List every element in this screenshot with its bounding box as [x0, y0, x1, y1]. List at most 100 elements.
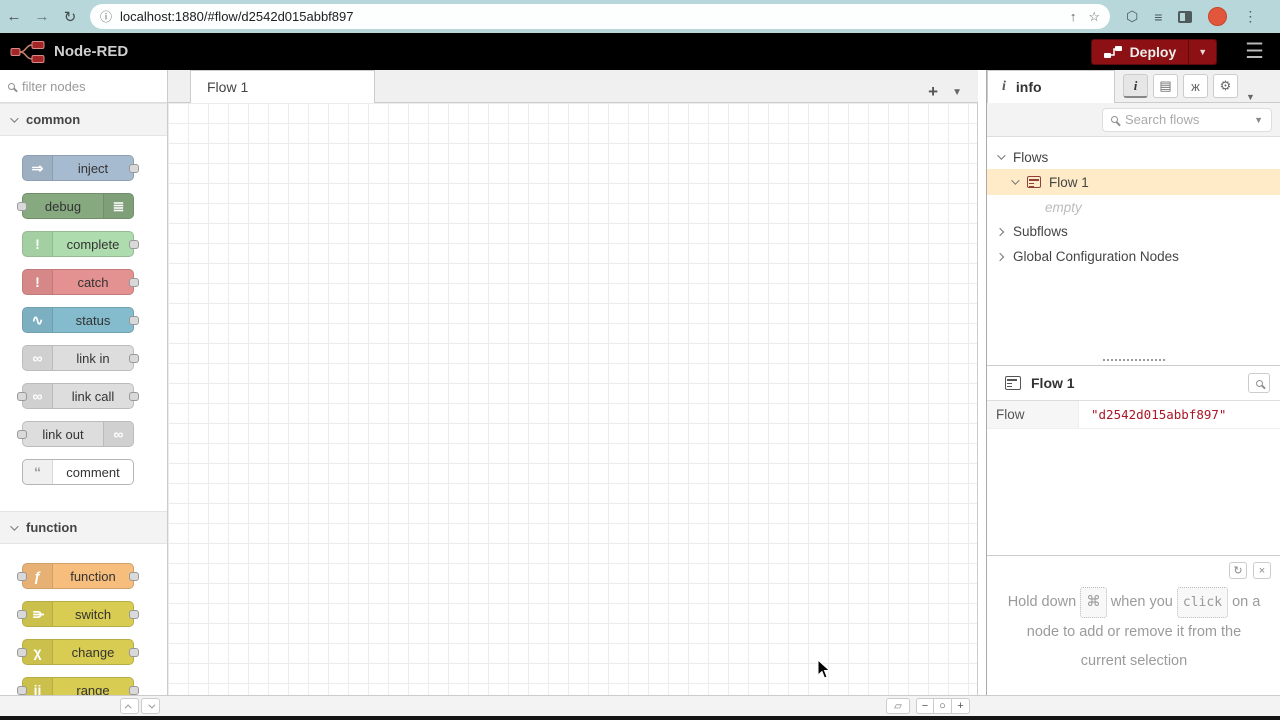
palette-node-range[interactable]: iirange — [22, 677, 134, 695]
palette-node-comment[interactable]: “comment — [22, 459, 134, 485]
browser-back-button[interactable]: ← — [0, 8, 28, 25]
tab-flow1-label: Flow 1 — [207, 79, 248, 95]
palette-node-label: function — [53, 564, 133, 588]
node-input-port[interactable] — [17, 430, 27, 439]
node-input-port[interactable] — [17, 202, 27, 211]
sidebar-more-chevron-icon[interactable]: ▼ — [1246, 92, 1255, 102]
node-output-port[interactable] — [129, 354, 139, 363]
tab-info[interactable]: i info — [987, 70, 1115, 103]
tree-item-global-config[interactable]: Global Configuration Nodes — [987, 244, 1280, 269]
bookmark-star-icon[interactable]: ☆ — [1088, 9, 1100, 25]
sidebar-info-tab-button[interactable]: i — [1123, 74, 1148, 98]
profile-avatar[interactable] — [1208, 7, 1227, 26]
tree-item-subflows[interactable]: Subflows — [987, 219, 1280, 244]
share-icon[interactable]: ↑ — [1070, 9, 1077, 24]
palette-scroll-down-button[interactable] — [141, 698, 160, 714]
comment-icon: “ — [23, 460, 53, 484]
palette-node-label: inject — [53, 156, 133, 180]
palette-node-label: link call — [53, 384, 133, 408]
node-output-port[interactable] — [129, 392, 139, 401]
sidebar-resize-handle[interactable] — [979, 70, 986, 695]
node-output-port[interactable] — [129, 686, 139, 695]
tree-item-empty: empty — [987, 195, 1280, 219]
palette-node-inject[interactable]: ⇒inject — [22, 155, 134, 181]
tips-close-button[interactable]: × — [1253, 562, 1271, 579]
footer-bar: ▱ − ○ + — [0, 695, 1280, 716]
palette-node-link-out[interactable]: link out∞ — [22, 421, 134, 447]
palette-node-status[interactable]: ∿status — [22, 307, 134, 333]
palette-node-link-in[interactable]: ∞link in — [22, 345, 134, 371]
mouse-cursor — [817, 659, 831, 680]
node-output-port[interactable] — [129, 572, 139, 581]
browser-forward-button[interactable]: → — [28, 8, 56, 25]
node-input-port[interactable] — [17, 686, 27, 695]
sidebar-config-gear-button[interactable]: ⚙ — [1213, 74, 1238, 98]
node-input-port[interactable] — [17, 392, 27, 401]
sidebar-debug-button[interactable]: ж — [1183, 74, 1208, 98]
details-search-button[interactable] — [1248, 373, 1270, 393]
flow-list-chevron-icon[interactable]: ▼ — [952, 87, 962, 98]
node-input-port[interactable] — [17, 610, 27, 619]
palette-node-debug[interactable]: debug≣ — [22, 193, 134, 219]
chevron-down-icon[interactable] — [997, 151, 1005, 159]
node-output-port[interactable] — [129, 240, 139, 249]
palette-node-catch[interactable]: !catch — [22, 269, 134, 295]
palette-node-function[interactable]: ƒfunction — [22, 563, 134, 589]
palette-node-change[interactable]: χchange — [22, 639, 134, 665]
deploy-options-button[interactable]: ▼ — [1188, 40, 1216, 64]
flow-canvas[interactable] — [168, 103, 978, 695]
flow-id-value[interactable]: "d2542d015abbf897" — [1079, 401, 1280, 428]
tips-refresh-button[interactable]: ↻ — [1229, 562, 1247, 579]
reading-list-icon[interactable]: ≡ — [1154, 9, 1162, 25]
tree-item-flows[interactable]: Flows — [987, 145, 1280, 169]
main-menu-icon[interactable]: ☰ — [1245, 41, 1264, 62]
palette-node-switch[interactable]: ⋔switch — [22, 601, 134, 627]
palette-node-complete[interactable]: !complete — [22, 231, 134, 257]
node-input-port[interactable] — [17, 572, 27, 581]
palette-node-link-call[interactable]: ∞link call — [22, 383, 134, 409]
navigator-toggle-button[interactable]: ▱ — [886, 698, 910, 714]
deploy-button[interactable]: Deploy ▼ — [1091, 39, 1218, 65]
side-panel-icon[interactable] — [1178, 11, 1192, 23]
search-flows-input[interactable] — [1125, 112, 1235, 127]
search-flows-box[interactable]: ▼ — [1102, 108, 1272, 132]
zoom-in-button[interactable]: + — [952, 698, 970, 714]
palette-scroll-up-button[interactable] — [120, 698, 139, 714]
node-output-port[interactable] — [129, 316, 139, 325]
browser-reload-button[interactable]: ↻ — [56, 8, 84, 26]
window-bottom-edge — [0, 716, 1280, 720]
tree-item-flow1[interactable]: Flow 1 — [987, 169, 1280, 195]
flow-icon — [1005, 376, 1021, 390]
sidebar-help-button[interactable]: ▤ — [1153, 74, 1178, 98]
search-options-chevron-icon[interactable]: ▼ — [1254, 115, 1263, 125]
node-output-port[interactable] — [129, 164, 139, 173]
palette-category-function[interactable]: function — [0, 511, 167, 544]
link-call-icon: ∞ — [23, 384, 53, 408]
browser-menu-icon[interactable]: ⋮ — [1243, 8, 1257, 25]
global-config-label: Global Configuration Nodes — [1013, 249, 1179, 264]
palette-category-common[interactable]: common — [0, 103, 167, 136]
flow1-label: Flow 1 — [1049, 175, 1089, 190]
deploy-main[interactable]: Deploy — [1092, 40, 1189, 64]
extensions-puzzle-icon[interactable]: ⬡ — [1126, 8, 1138, 25]
tab-flow1[interactable]: Flow 1 — [190, 70, 375, 103]
node-output-port[interactable] — [129, 278, 139, 287]
site-info-icon[interactable]: ⓘ — [100, 8, 112, 25]
zoom-reset-button[interactable]: ○ — [934, 698, 952, 714]
chevron-down-icon[interactable] — [1011, 176, 1019, 184]
workspace-tabbar: Flow 1 + ▼ — [168, 70, 978, 103]
node-output-port[interactable] — [129, 610, 139, 619]
palette-filter-input[interactable] — [22, 79, 142, 94]
details-resize-handle[interactable] — [987, 355, 1280, 365]
zoom-out-button[interactable]: − — [916, 698, 934, 714]
info-sidebar: i info i ▤ ж ⚙ ▼ ▼ Flows Flow 1 empty — [986, 70, 1280, 695]
add-flow-button[interactable]: + — [928, 82, 938, 102]
node-input-port[interactable] — [17, 648, 27, 657]
palette-node-label: range — [53, 678, 133, 695]
node-output-port[interactable] — [129, 648, 139, 657]
address-bar[interactable]: ⓘ localhost:1880/#flow/d2542d015abbf897 … — [90, 4, 1110, 29]
flow-details-panel: Flow 1 Flow "d2542d015abbf897" — [987, 365, 1280, 429]
chevron-right-icon[interactable] — [996, 252, 1004, 260]
chevron-right-icon[interactable] — [996, 227, 1004, 235]
url-text[interactable]: localhost:1880/#flow/d2542d015abbf897 — [120, 9, 1058, 24]
